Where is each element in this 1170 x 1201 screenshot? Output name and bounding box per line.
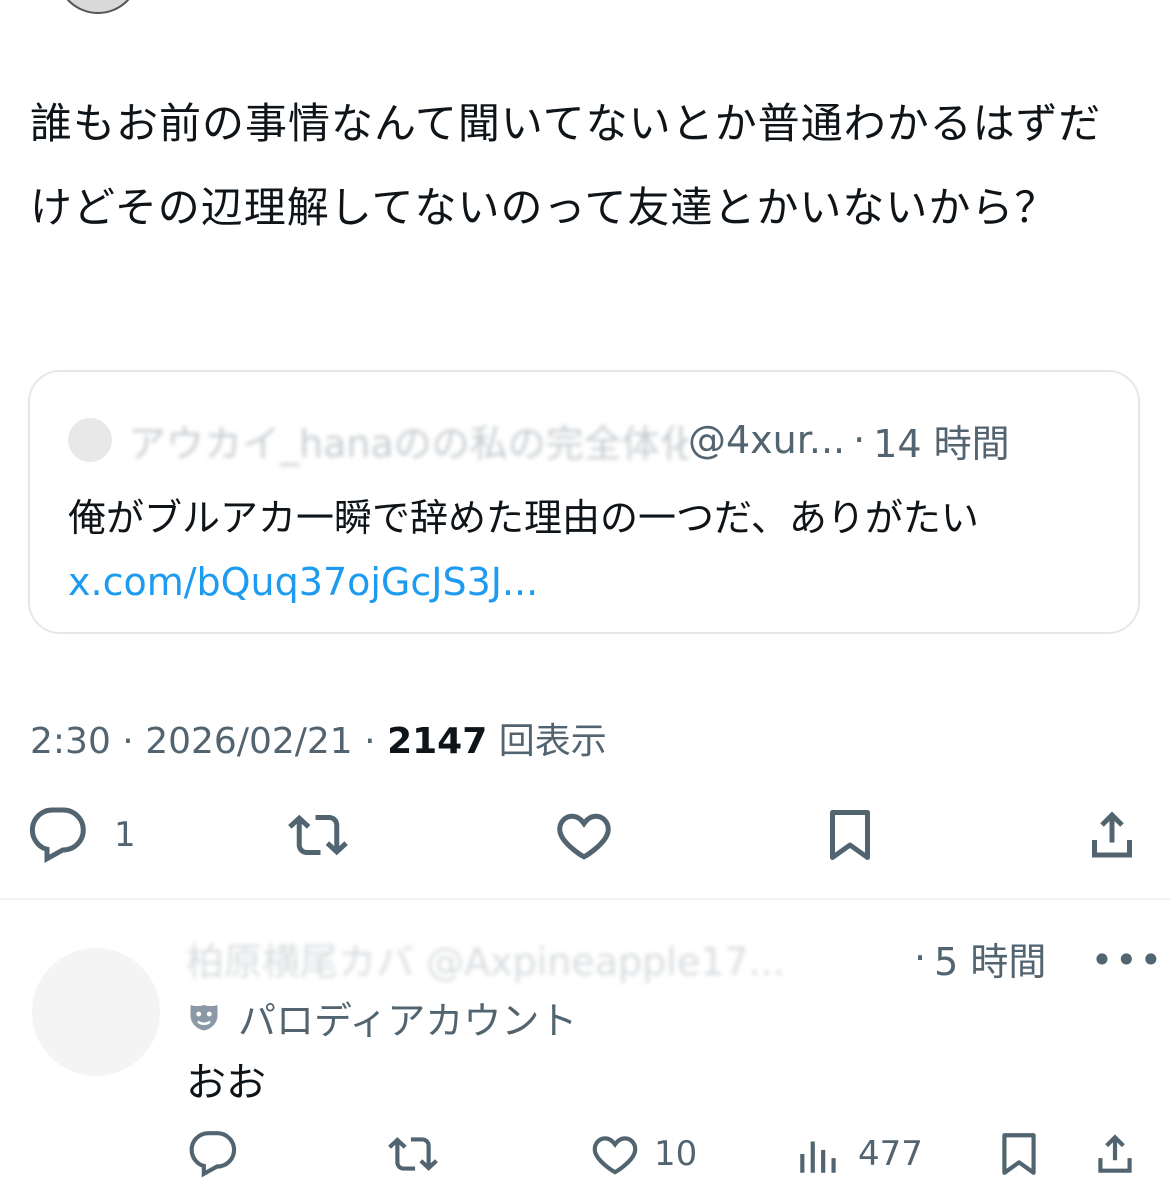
quoted-tweet-text: 俺がブルアカ一瞬で辞めた理由の一つだ、ありがたい (68, 496, 979, 540)
share-icon (1098, 1134, 1132, 1173)
separator-dot: · (122, 721, 134, 762)
reply-author-handle[interactable]: @Axpineapple17... (426, 940, 785, 984)
quoted-author-name[interactable]: アウカイ_hanaのの私の完全体化体証 (128, 413, 688, 468)
quoted-tweet-body: 俺がブルアカ一瞬で辞めた理由の一つだ、ありがたい x.com/bQuq37ojG… (68, 486, 1108, 614)
bookmark-button[interactable] (820, 800, 880, 870)
bookmark-icon (1002, 1133, 1036, 1175)
tweet-meta: 2:30 · 2026/02/21 · 2147 回表示 (30, 712, 607, 764)
share-button[interactable] (1082, 800, 1142, 870)
like-count: 10 (654, 1134, 698, 1174)
heart-icon (592, 1136, 638, 1175)
bookmark-icon (830, 810, 870, 860)
quoted-author-avatar[interactable] (68, 418, 112, 462)
parody-mask-icon (190, 1005, 218, 1031)
reply-time[interactable]: 5 時間 (934, 931, 1046, 986)
views-count: 477 (858, 1134, 923, 1174)
parody-account-text: パロディアカウント (238, 998, 578, 1043)
reply-reply-button[interactable] (188, 1124, 238, 1184)
reply-author-avatar[interactable] (32, 948, 160, 1076)
more-options-icon[interactable]: ••• (1091, 938, 1164, 982)
reply-header: 柏原横尾カバ @Axpineapple17... · 5 時間 (186, 934, 1146, 984)
reply-author-name[interactable]: 柏原横尾カバ (186, 940, 414, 984)
quoted-tweet-time[interactable]: 14 時間 (873, 413, 1009, 468)
author-avatar[interactable] (56, 0, 140, 14)
share-icon (1092, 811, 1132, 858)
view-label: 回表示 (498, 721, 607, 762)
analytics-icon (800, 1141, 836, 1173)
reply-count: 1 (114, 815, 136, 855)
quoted-tweet-header: アウカイ_hanaのの私の完全体化体証 @4xur... · 14 時間 (68, 418, 1108, 466)
retweet-icon (388, 1137, 438, 1171)
parody-account-label: パロディアカウント (186, 994, 577, 1043)
reply-share-button[interactable] (1090, 1124, 1140, 1184)
reply-author-name-handle[interactable]: 柏原横尾カバ @Axpineapple17... (186, 931, 906, 986)
reply-retweet-button[interactable] (388, 1124, 438, 1184)
separator-dot: · (853, 418, 866, 462)
reply-text: おお (186, 1060, 266, 1106)
reply-icon (189, 1131, 237, 1178)
tweet-date[interactable]: 2026/02/21 (145, 721, 353, 762)
reply-bookmark-button[interactable] (994, 1124, 1044, 1184)
retweet-icon (288, 814, 348, 856)
like-button[interactable] (554, 800, 614, 870)
reply-icon (29, 807, 86, 863)
heart-icon (557, 813, 611, 860)
quoted-tweet-card[interactable]: アウカイ_hanaのの私の完全体化体証 @4xur... · 14 時間 俺がブ… (28, 370, 1140, 634)
tweet-text: 誰もお前の事情なんて聞いてないとか普通わかるはずだけどその辺理解してないのって友… (30, 99, 1102, 232)
view-count: 2147 (387, 721, 488, 762)
separator-dot: · (914, 936, 927, 980)
tweet-action-bar: 1 (0, 800, 1170, 870)
reply-button[interactable]: 1 (28, 800, 136, 870)
quoted-author-handle[interactable]: @4xur... (688, 418, 845, 462)
reply-tweet[interactable]: 柏原横尾カバ @Axpineapple17... · 5 時間 ••• パロディ… (0, 900, 1170, 1201)
quoted-tweet-link[interactable]: x.com/bQuq37ojGcJS3J... (68, 550, 1108, 614)
reply-views-button[interactable]: 477 (794, 1124, 923, 1184)
separator-dot: · (364, 721, 376, 762)
reply-like-button[interactable]: 10 (590, 1124, 697, 1184)
reply-action-bar: 10 477 (0, 1124, 1170, 1184)
tweet-time[interactable]: 2:30 (30, 721, 111, 762)
retweet-button[interactable] (288, 800, 348, 870)
